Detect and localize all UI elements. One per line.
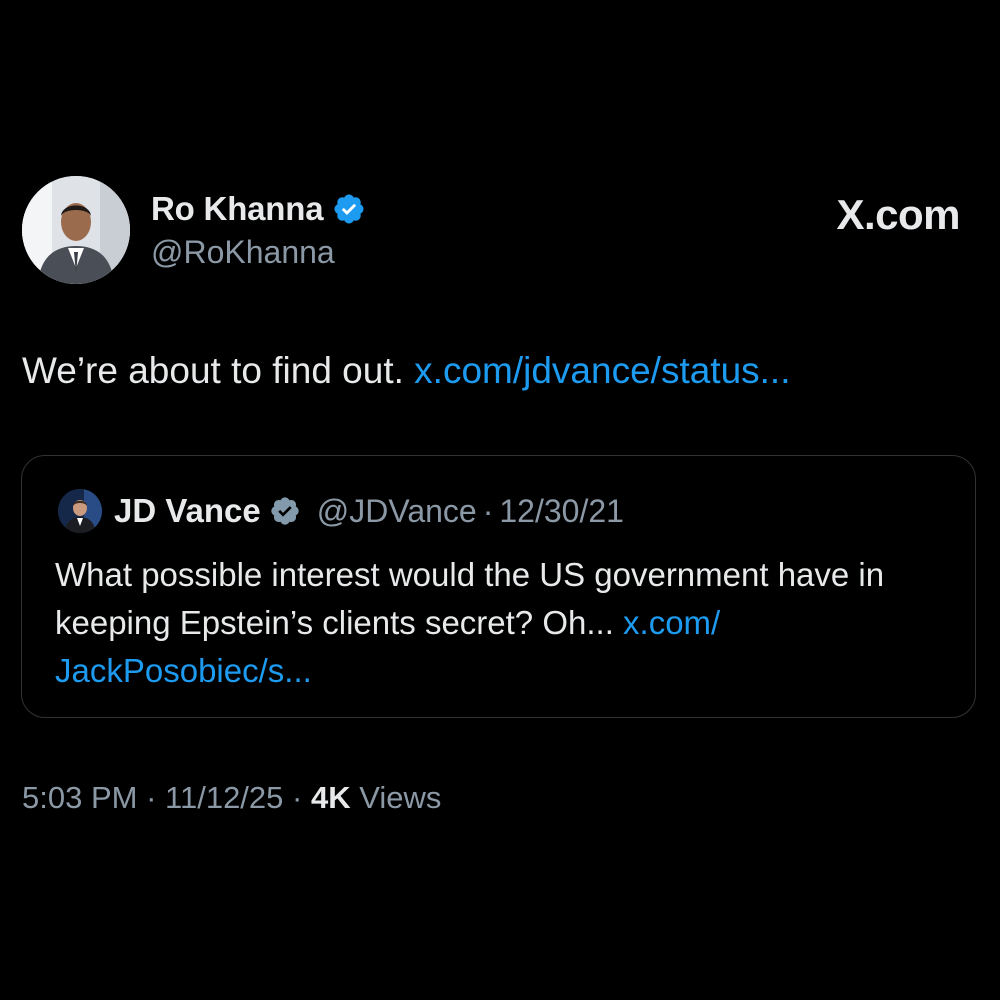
quote-text: What possible interest would the US gove… <box>55 551 955 695</box>
author-name[interactable]: Ro Khanna <box>151 190 324 228</box>
meta-separator-1: · <box>146 780 157 815</box>
quote-author-handle[interactable]: @JDVance <box>317 493 477 530</box>
author-avatar-image <box>22 176 130 284</box>
views-count: 4K <box>310 780 351 815</box>
author-avatar[interactable] <box>22 176 130 284</box>
quote-header: JD Vance @JDVance · 12/30/21 <box>58 489 624 533</box>
quote-separator: · <box>482 492 494 529</box>
quote-verified-badge-icon <box>271 497 299 525</box>
quote-date[interactable]: 12/30/21 <box>499 493 624 530</box>
tweet-meta: 5:03 PM · 11/12/25 · 4K Views <box>22 780 441 816</box>
quote-author-name[interactable]: JD Vance <box>114 492 261 530</box>
quote-link-part2[interactable]: JackPosobiec/s... <box>55 652 312 689</box>
quote-author-avatar[interactable] <box>58 489 102 533</box>
tweet-time[interactable]: 5:03 PM <box>22 780 137 815</box>
quote-link-part1[interactable]: x.com/ <box>623 604 720 641</box>
tweet-body: We’re about to find out. <box>22 350 415 391</box>
verified-badge-icon <box>334 194 364 224</box>
tweet-text: We’re about to find out. x.com/jdvance/s… <box>22 350 791 392</box>
quote-author-avatar-image <box>58 489 102 533</box>
tweet: Ro Khanna @RoKhanna X.com We’re about to… <box>0 0 1000 1000</box>
author-name-row: Ro Khanna <box>151 188 366 230</box>
quote-tweet-card[interactable]: JD Vance @JDVance · 12/30/21 What possib… <box>21 455 976 718</box>
brand-wordmark-text: X.com <box>836 191 960 238</box>
tweet-date[interactable]: 11/12/25 <box>165 780 283 815</box>
views-label: Views <box>359 780 442 815</box>
brand-wordmark: X.com <box>836 191 960 239</box>
quote-body: What possible interest would the US gove… <box>55 556 885 641</box>
tweet-link[interactable]: x.com/jdvance/status... <box>414 350 790 391</box>
meta-separator-2: · <box>292 780 303 815</box>
author-handle[interactable]: @RoKhanna <box>151 234 335 271</box>
